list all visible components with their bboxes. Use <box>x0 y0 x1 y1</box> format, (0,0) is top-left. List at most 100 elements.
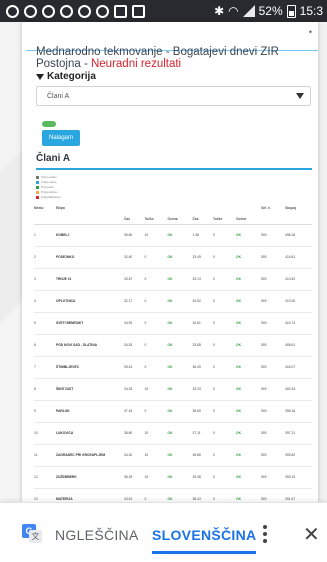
cell-t1: 35.80 <box>124 224 145 247</box>
cell-s: 500 <box>261 466 286 489</box>
cell-total: 404.07 <box>285 356 312 379</box>
cell-team: KOBELJ <box>56 224 124 247</box>
chrome-icon <box>42 4 55 18</box>
chevron-down-icon <box>296 93 304 99</box>
cell-t1: 33.87 <box>124 268 145 291</box>
cell-p2: 0 <box>213 422 237 445</box>
modal-close-icon[interactable]: • <box>309 27 312 37</box>
cell-rank: 11 <box>34 444 56 467</box>
cell-s: 500 <box>261 488 286 502</box>
cell-team: LUKOVICA <box>56 422 124 445</box>
source-language-tab[interactable]: NGLEŠČINA <box>55 527 139 543</box>
google-translate-icon[interactable]: G 文 <box>22 524 42 544</box>
cell-t1: 34.53 <box>124 334 145 357</box>
subheader: Ocena <box>167 214 193 225</box>
cell-t2: 36.49 <box>192 356 214 379</box>
modal-title: Mednarodno tekmovanje - Bogatajevi dnevi… <box>36 46 311 70</box>
cell-s: 500 <box>261 378 286 401</box>
cell-o1: OK <box>167 400 193 423</box>
wifi-icon: ◠ <box>228 4 239 18</box>
battery-percent: 52% <box>258 4 283 18</box>
table-body: 1 KOBELJ 35.80 10 OK 1.36 0 OK 500 496.18 2 POSEJNK… <box>34 224 312 502</box>
cell-o1: OK <box>167 466 193 489</box>
cell-p2: 0 <box>213 488 237 502</box>
cell-total: 408.61 <box>285 334 312 357</box>
cell-p1: 0 <box>144 356 168 379</box>
table-row: 3 TRNJE #1 33.87 0 OK 33.13 0 OK 500 413.40 <box>34 268 312 291</box>
cell-total: 414.61 <box>285 246 312 269</box>
cell-p1: 10 <box>144 466 168 489</box>
cell-p2: 0 <box>213 334 237 357</box>
section-title: Člani A <box>36 153 71 164</box>
col-rank: Mesto <box>34 206 44 210</box>
clock: 15:3 <box>299 4 323 18</box>
cell-p2: 0 <box>213 224 237 247</box>
cell-t2: 38.69 <box>192 400 214 423</box>
cell-team: TRNJE #1 <box>56 268 124 291</box>
cell-total: 397.21 <box>285 422 312 445</box>
cell-team: POSEJNKO <box>56 246 124 269</box>
col-total: Skupaj <box>285 206 296 210</box>
cell-p2: 0 <box>213 444 237 467</box>
cell-p2: 0 <box>213 378 237 401</box>
cell-total: 391.67 <box>285 488 312 502</box>
loading-button[interactable]: Nalagam <box>42 130 80 146</box>
cell-s: 500 <box>261 400 286 423</box>
cell-t1: 39.44 <box>124 356 145 379</box>
status-toggle[interactable] <box>42 121 56 127</box>
cell-rank: 1 <box>34 224 56 247</box>
more-options-icon[interactable] <box>263 525 267 543</box>
cell-p2: 0 <box>213 312 237 335</box>
cell-o2: OK <box>236 422 262 445</box>
results-table: Mesto Ekipa Sef. č. Skupaj Čas Točke Oce… <box>34 202 312 502</box>
cell-rank: 13 <box>34 488 56 502</box>
whatsapp-icon <box>96 4 109 18</box>
cell-t2: 33.85 <box>192 334 214 357</box>
target-language-tab[interactable]: SLOVENŠČINA <box>152 527 257 554</box>
cell-p1: 0 <box>144 334 168 357</box>
cell-o2: OK <box>236 268 262 291</box>
cell-o1: OK <box>167 268 193 291</box>
cell-p1: 10 <box>144 378 168 401</box>
cell-p2: 0 <box>213 290 237 313</box>
col-sef: Sef. č. <box>261 206 271 210</box>
cell-o1: OK <box>167 378 193 401</box>
cell-total: 393.19 <box>285 466 312 489</box>
table-row: 5 SVETI BENEDIKT 34.93 0 OK 34.81 0 OK 500 410.74 <box>34 312 312 335</box>
cell-t1: 32.17 <box>124 290 145 313</box>
cell-p1: 0 <box>144 246 168 269</box>
cell-total: 402.34 <box>285 378 312 401</box>
cell-s: 500 <box>261 246 286 269</box>
cell-o1: OK <box>167 246 193 269</box>
cell-team: ŠTIMBLJEVEC <box>56 356 124 379</box>
title-unofficial: Neuradni rezultati <box>90 58 182 70</box>
cell-o2: OK <box>236 444 262 467</box>
battery-icon <box>286 4 296 18</box>
table-row: 13 MATERIJA 33.51 0 OK 38.43 0 OK 500 391.67 <box>34 488 312 502</box>
col-grade1 <box>168 202 193 214</box>
cell-o1: OK <box>167 312 193 335</box>
bluetooth-icon: ✱ <box>214 4 225 18</box>
cell-p1: 0 <box>144 268 168 291</box>
cell-rank: 12 <box>34 466 56 489</box>
close-icon[interactable]: ✕ <box>303 522 320 547</box>
cell-o2: OK <box>236 246 262 269</box>
table-row: 6 PGD NOVI SAD - SLATINA 34.53 0 OK 33.85 0 OK 5… <box>34 334 312 357</box>
cell-o2: OK <box>236 488 262 502</box>
cell-p2: 0 <box>213 356 237 379</box>
subheader <box>261 214 286 225</box>
cell-o2: OK <box>236 224 262 247</box>
cell-s: 500 <box>261 334 286 357</box>
cell-rank: 3 <box>34 268 56 291</box>
cell-p1: 0 <box>144 488 168 502</box>
cell-p1: 0 <box>144 400 168 423</box>
table-row: 1 KOBELJ 35.80 10 OK 1.36 0 OK 500 496.18 <box>34 224 312 247</box>
col-team: Ekipa <box>56 206 65 210</box>
cell-p1: 0 <box>144 290 168 313</box>
category-select[interactable]: Člani A <box>36 86 311 106</box>
cell-o1: OK <box>167 290 193 313</box>
cell-team: SVETI BENEDIKT <box>56 312 124 335</box>
category-label-text: Kategorija <box>47 71 96 82</box>
cell-t1: 34.93 <box>124 312 145 335</box>
cell-t2: 39.38 <box>192 466 214 489</box>
